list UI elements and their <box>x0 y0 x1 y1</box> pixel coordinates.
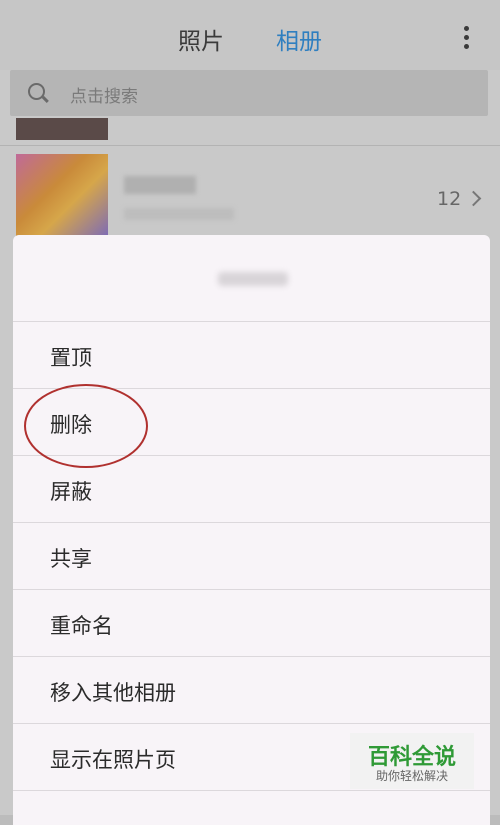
album-count: 12 <box>437 188 462 210</box>
menu-item-move[interactable]: 移入其他相册 <box>13 657 490 724</box>
album-row[interactable]: 12 <box>0 145 500 238</box>
search-icon <box>28 83 45 100</box>
search-placeholder: 点击搜索 <box>70 87 138 107</box>
menu-title <box>13 235 490 322</box>
top-bar: 照片 相册 <box>0 0 500 70</box>
watermark-logo: 百科全说 助你轻松解决 <box>350 733 474 789</box>
menu-item-label: 显示在照片页 <box>50 748 176 772</box>
annotation-circle <box>24 384 148 468</box>
album-thumbnail-previous[interactable] <box>16 118 108 140</box>
menu-item-label: 重命名 <box>50 614 113 638</box>
album-thumbnail <box>16 154 108 238</box>
menu-item-label: 置顶 <box>50 346 92 370</box>
search-bar[interactable]: 点击搜索 <box>10 70 488 116</box>
album-subtitle-blurred <box>124 208 234 220</box>
menu-item-rename[interactable]: 重命名 <box>13 590 490 657</box>
more-vertical-icon[interactable] <box>464 26 470 50</box>
menu-item-label: 共享 <box>50 547 92 571</box>
menu-title-blurred <box>218 272 288 286</box>
menu-item-label: 移入其他相册 <box>50 681 176 705</box>
menu-item-pin-top[interactable]: 置顶 <box>13 322 490 389</box>
chevron-right-icon <box>465 190 482 207</box>
tab-photos[interactable]: 照片 <box>178 22 224 56</box>
watermark-subtitle: 助你轻松解决 <box>375 769 448 783</box>
tab-albums[interactable]: 相册 <box>276 22 322 56</box>
menu-item-label: 屏蔽 <box>50 480 92 504</box>
menu-item-share[interactable]: 共享 <box>13 523 490 590</box>
album-name-blurred <box>124 176 196 194</box>
